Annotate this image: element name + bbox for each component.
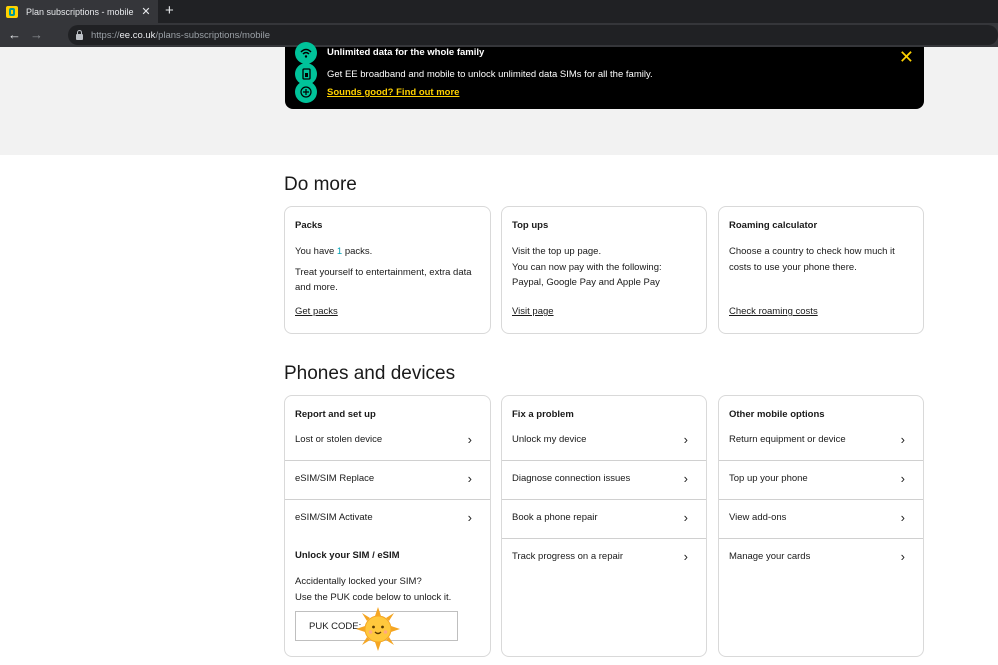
get-packs-link[interactable]: Get packs (295, 306, 338, 317)
url-prefix: https:// (91, 29, 120, 41)
row-label: Return equipment or device (729, 434, 846, 445)
chevron-right-icon: › (900, 471, 905, 486)
back-button[interactable]: ← (8, 27, 21, 42)
row-label: Diagnose connection issues (512, 473, 631, 484)
lock-icon (76, 29, 83, 40)
chevron-right-icon: › (683, 432, 688, 447)
chevron-right-icon: › (900, 432, 905, 447)
packs-text-end: packs. (342, 246, 373, 257)
row-label: Lost or stolen device (295, 434, 383, 445)
banner-text: Get EE broadband and mobile to unlock un… (327, 69, 653, 80)
sun-sticker-icon (356, 607, 400, 651)
card-title: Roaming calculator (729, 220, 818, 231)
url-path: /plans-subscriptions/mobile (155, 29, 271, 41)
fix-problem-card: Fix a problem Unlock my device › Diagnos… (501, 395, 707, 657)
visit-page-link[interactable]: Visit page (512, 306, 554, 317)
url-domain: ee.co.uk (119, 29, 156, 41)
wifi-icon (295, 42, 317, 64)
packs-description: Treat yourself to entertainment, extra d… (295, 266, 472, 294)
unlock-line2: Use the PUK code below to unlock it. (295, 591, 452, 603)
chevron-right-icon: › (900, 549, 905, 564)
tab-bar: Plan subscriptions - mobile ✕ + (0, 0, 998, 23)
do-more-heading: Do more (284, 174, 357, 195)
ee-favicon-icon (6, 5, 18, 18)
row-label: View add-ons (729, 512, 787, 523)
diagnose-row[interactable]: Diagnose connection issues › (502, 461, 706, 500)
return-equipment-row[interactable]: Return equipment or device › (719, 422, 923, 461)
lost-stolen-row[interactable]: Lost or stolen device › (285, 422, 490, 461)
unlock-sim-title: Unlock your SIM / eSIM (295, 550, 400, 561)
puk-label: PUK CODE: (309, 621, 362, 632)
row-label: eSIM/SIM Replace (295, 473, 375, 484)
new-tab-button[interactable]: + (165, 3, 174, 19)
row-label: Top up your phone (729, 473, 808, 484)
manage-cards-row[interactable]: Manage your cards › (719, 539, 923, 578)
add-ons-row[interactable]: View add-ons › (719, 500, 923, 539)
banner-title: Unlimited data for the whole family (327, 47, 485, 58)
row-label: Track progress on a repair (512, 551, 624, 562)
chevron-right-icon: › (900, 510, 905, 525)
esim-activate-row[interactable]: eSIM/SIM Activate › (285, 500, 490, 539)
roaming-text: Choose a country to check how much it co… (729, 246, 895, 273)
esim-replace-row[interactable]: eSIM/SIM Replace › (285, 461, 490, 500)
chevron-right-icon: › (467, 510, 472, 525)
chevron-right-icon: › (683, 549, 688, 564)
promo-banner: Unlimited data for the whole family Get … (285, 42, 924, 109)
browser-tab[interactable]: Plan subscriptions - mobile ✕ (0, 0, 158, 23)
chevron-right-icon: › (683, 471, 688, 486)
other-options-card: Other mobile options Return equipment or… (718, 395, 924, 657)
row-label: Manage your cards (729, 551, 811, 562)
unlock-sim-body: Accidentally locked your SIM? Use the PU… (295, 574, 478, 605)
unlock-line1: Accidentally locked your SIM? (295, 576, 422, 587)
banner-link[interactable]: Sounds good? Find out more (327, 87, 459, 98)
packs-card: Packs You have 1 packs. Treat yourself t… (284, 206, 491, 334)
chevron-right-icon: › (467, 432, 472, 447)
url-field[interactable]: https://ee.co.uk/plans-subscriptions/mob… (68, 25, 998, 45)
card-title: Report and set up (295, 409, 376, 420)
tab-close-icon[interactable]: ✕ (140, 5, 152, 18)
address-bar: ← → https://ee.co.uk/plans-subscriptions… (0, 23, 998, 47)
track-repair-row[interactable]: Track progress on a repair › (502, 539, 706, 578)
plus-circle-icon (295, 81, 317, 103)
top-ups-line2: You can now pay with the following: Payp… (512, 261, 662, 289)
unlock-device-row[interactable]: Unlock my device › (502, 422, 706, 461)
check-roaming-link[interactable]: Check roaming costs (729, 306, 818, 317)
book-repair-row[interactable]: Book a phone repair › (502, 500, 706, 539)
row-label: Unlock my device (512, 434, 587, 445)
card-title: Fix a problem (512, 409, 574, 420)
card-title: Packs (295, 220, 323, 231)
card-body: You have 1 packs. Treat yourself to ente… (295, 244, 478, 296)
chevron-right-icon: › (683, 510, 688, 525)
card-title: Top ups (512, 220, 549, 231)
top-ups-line1: Visit the top up page. (512, 246, 602, 257)
card-title: Other mobile options (729, 409, 825, 420)
card-body: Visit the top up page. You can now pay w… (512, 244, 694, 291)
phones-heading: Phones and devices (284, 363, 456, 384)
top-ups-card: Top ups Visit the top up page. You can n… (501, 206, 707, 334)
card-body: Choose a country to check how much it co… (729, 244, 911, 275)
row-label: eSIM/SIM Activate (295, 512, 373, 523)
roaming-card: Roaming calculator Choose a country to c… (718, 206, 924, 334)
banner-close-icon[interactable]: ✕ (899, 47, 914, 68)
chevron-right-icon: › (467, 471, 472, 486)
row-label: Book a phone repair (512, 512, 598, 523)
packs-text: You have (295, 246, 337, 257)
forward-button[interactable]: → (30, 27, 43, 42)
top-up-row[interactable]: Top up your phone › (719, 461, 923, 500)
tab-title: Plan subscriptions - mobile (26, 6, 134, 17)
